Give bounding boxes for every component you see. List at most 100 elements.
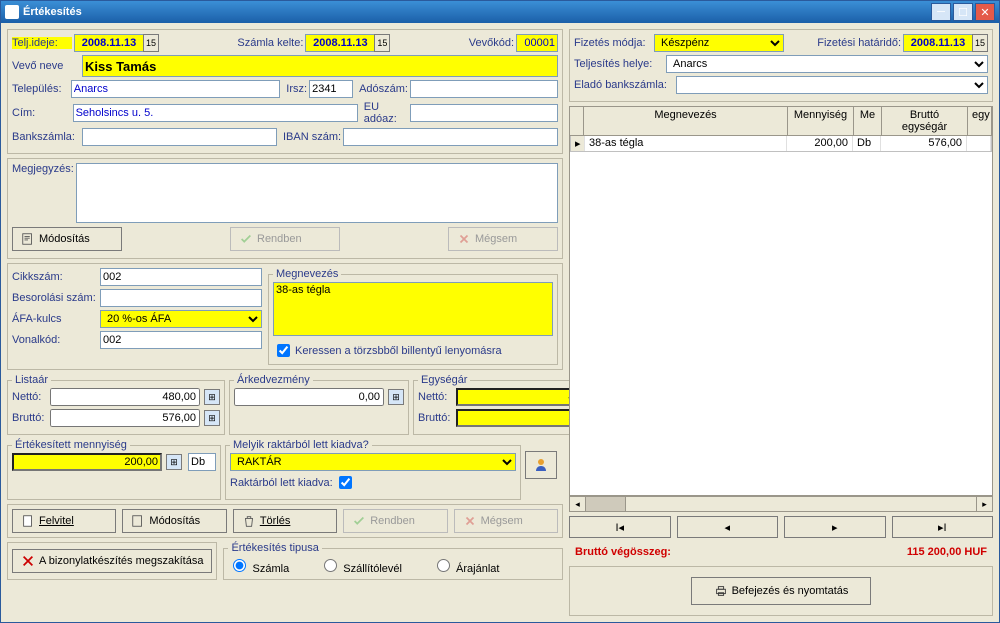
- grid-hscroll[interactable]: ◂ ▸: [569, 496, 993, 512]
- calc-icon[interactable]: ⊞: [204, 410, 220, 426]
- cim-input[interactable]: [73, 104, 358, 122]
- label-vevokod: Vevőkód:: [469, 37, 514, 49]
- raktar-kiadva-checkbox[interactable]: [339, 476, 352, 489]
- user-shortcut-button[interactable]: [525, 451, 557, 479]
- felvitel-button[interactable]: Felvitel: [12, 509, 116, 533]
- label-szamla-kelte: Számla kelte:: [237, 37, 303, 49]
- label-iban: IBAN szám:: [283, 131, 341, 143]
- radio-szamla[interactable]: [233, 559, 246, 572]
- felvitel-label: Felvitel: [39, 515, 74, 527]
- table-row[interactable]: ▸ 38-as tégla 200,00 Db 576,00: [570, 136, 992, 152]
- bankszamla-input[interactable]: [82, 128, 277, 146]
- telj-ideje-picker-icon[interactable]: 15: [143, 34, 159, 52]
- label-eu-adoszam: EU adóaz:: [364, 101, 408, 125]
- label-egysegar: Egységár: [418, 374, 470, 386]
- nav-prev-button[interactable]: ◂: [677, 516, 779, 538]
- nav-next-button[interactable]: ▸: [784, 516, 886, 538]
- scroll-thumb[interactable]: [586, 497, 626, 511]
- col-egy[interactable]: egy: [968, 107, 992, 135]
- mennyiseg-input[interactable]: [12, 453, 162, 471]
- nav-first-button[interactable]: I◂: [569, 516, 671, 538]
- col-mennyiseg[interactable]: Mennyiség: [788, 107, 854, 135]
- col-me[interactable]: Me: [854, 107, 882, 135]
- grid-row-marker-col: [570, 107, 584, 135]
- torles-button[interactable]: Törlés: [233, 509, 337, 533]
- adoszam-input[interactable]: [410, 80, 558, 98]
- telj-ideje-input[interactable]: [74, 34, 144, 52]
- fizetesi-hatarido-picker-icon[interactable]: 15: [972, 34, 988, 52]
- minimize-button[interactable]: ─: [931, 3, 951, 21]
- fizetesi-hatarido-input[interactable]: [903, 34, 973, 52]
- modositas-label-2: Módosítás: [149, 515, 200, 527]
- radio-szallito-label[interactable]: Szállítólevél: [319, 556, 402, 575]
- maximize-button[interactable]: ☐: [953, 3, 973, 21]
- teljesites-helye-select[interactable]: Anarcs: [666, 55, 988, 73]
- eu-adoszam-input[interactable]: [410, 104, 558, 122]
- szamla-kelte-picker-icon[interactable]: 15: [374, 34, 390, 52]
- megsem-label: Mégsem: [475, 233, 517, 245]
- arkedvezmeny-input[interactable]: [234, 388, 384, 406]
- label-sale-type: Értékesítés tipusa: [228, 542, 321, 554]
- radio-arajanlat-label[interactable]: Árajánlat: [432, 556, 499, 575]
- label-cikkszam: Cikkszám:: [12, 271, 98, 283]
- lista-brutto-input[interactable]: [50, 409, 200, 427]
- radio-arajanlat[interactable]: [437, 559, 450, 572]
- irsz-input[interactable]: [309, 80, 353, 98]
- label-teljesites-helye: Teljesítés helye:: [574, 58, 664, 70]
- calc-icon[interactable]: ⊞: [204, 389, 220, 405]
- vevo-neve-input[interactable]: [82, 55, 558, 77]
- col-brutto[interactable]: Bruttó egységár: [882, 107, 968, 135]
- label-keressen: Keressen a törzsbből billentyű lenyomásr…: [295, 345, 502, 357]
- mennyiseg-unit-input[interactable]: [188, 453, 216, 471]
- close-button[interactable]: ✕: [975, 3, 995, 21]
- megszakitas-label: A bizonylatkészítés megszakítása: [39, 555, 203, 567]
- befejezes-button[interactable]: Befejezés és nyomtatás: [691, 577, 871, 605]
- col-megnevezes[interactable]: Megnevezés: [584, 107, 788, 135]
- radio-szamla-label[interactable]: Számla: [228, 556, 289, 575]
- megsem-button[interactable]: Mégsem: [448, 227, 558, 251]
- megszakitas-button[interactable]: A bizonylatkészítés megszakítása: [12, 549, 212, 573]
- vonalkod-input[interactable]: [100, 331, 262, 349]
- elado-bank-select[interactable]: [676, 76, 988, 94]
- fizetes-modja-select[interactable]: Készpénz: [654, 34, 784, 52]
- radio-szallito[interactable]: [324, 559, 337, 572]
- megsem-button-2[interactable]: Mégsem: [454, 509, 558, 533]
- total-amount: 115 200,00 HUF: [907, 546, 987, 558]
- raktar-select[interactable]: RAKTÁR: [230, 453, 516, 471]
- vevokod-input[interactable]: [516, 34, 558, 52]
- scroll-track[interactable]: [626, 497, 976, 511]
- szamla-kelte-input[interactable]: [305, 34, 375, 52]
- bottom-left-row: A bizonylatkészítés megszakítása Értékes…: [7, 542, 563, 580]
- lista-netto-input[interactable]: [50, 388, 200, 406]
- scroll-right-icon[interactable]: ▸: [976, 497, 992, 511]
- label-vonalkod: Vonalkód:: [12, 334, 98, 346]
- cikkszam-input[interactable]: [100, 268, 262, 286]
- rendben-label: Rendben: [257, 233, 302, 245]
- megjegyzes-input[interactable]: [76, 163, 558, 223]
- afakulcs-select[interactable]: 20 %-os ÁFA: [100, 310, 262, 328]
- nav-last-button[interactable]: ▸I: [892, 516, 994, 538]
- label-besorolasi: Besorolási szám:: [12, 292, 98, 304]
- telepules-input[interactable]: [71, 80, 281, 98]
- calc-icon[interactable]: ⊞: [166, 454, 182, 470]
- keressen-checkbox[interactable]: [277, 344, 290, 357]
- besorolasi-input[interactable]: [100, 289, 262, 307]
- rendben-button[interactable]: Rendben: [230, 227, 340, 251]
- item-buttons-panel: Felvitel Módosítás Törlés Rendben Mégsem: [7, 504, 563, 538]
- cell-egy: [967, 136, 991, 151]
- modositas-button[interactable]: Módosítás: [12, 227, 122, 251]
- edit-icon: [131, 514, 145, 528]
- rendben-button-2[interactable]: Rendben: [343, 509, 447, 533]
- scroll-left-icon[interactable]: ◂: [570, 497, 586, 511]
- modositas-button-2[interactable]: Módosítás: [122, 509, 226, 533]
- label-afakulcs: ÁFA-kulcs: [12, 313, 98, 325]
- megnevezes-input[interactable]: 38-as tégla: [273, 282, 553, 336]
- calc-icon[interactable]: ⊞: [388, 389, 404, 405]
- grid-body[interactable]: ▸ 38-as tégla 200,00 Db 576,00: [569, 136, 993, 496]
- content: Telj.ideje: 15 Számla kelte: 15 Vevőkód:: [1, 23, 999, 622]
- new-icon: [21, 514, 35, 528]
- finish-panel: Befejezés és nyomtatás: [569, 566, 993, 616]
- payment-panel: Fizetés módja: Készpénz Fizetési határid…: [569, 29, 993, 102]
- label-lista-netto: Nettó:: [12, 391, 48, 403]
- iban-input[interactable]: [343, 128, 558, 146]
